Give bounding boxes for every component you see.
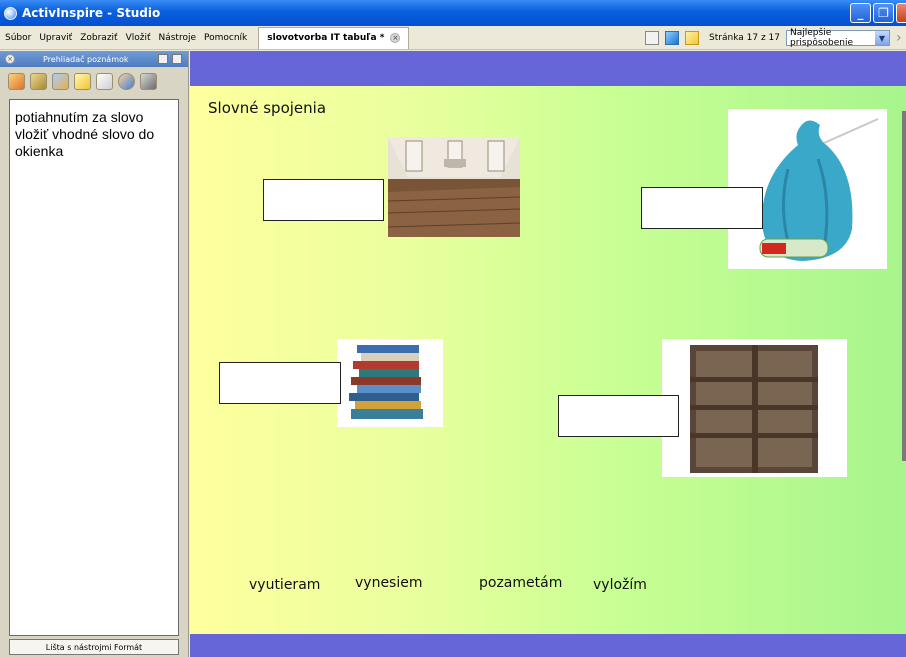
menu-bar: Súbor Upraviť Zobraziť Vložiť Nástroje P… (0, 26, 906, 50)
panel-pin-icon[interactable] (172, 54, 182, 64)
zoom-select[interactable]: Najlepšie prispôsobenie ▼ (786, 28, 890, 48)
panel-menu-icon[interactable] (158, 54, 168, 64)
note-icon[interactable] (685, 31, 700, 45)
page-view-icon[interactable] (645, 31, 660, 45)
draggable-word-1[interactable]: vyutieram (249, 577, 320, 593)
blue-tool-icon[interactable] (665, 31, 680, 45)
top-band (190, 51, 906, 86)
answer-box-1[interactable] (263, 179, 384, 221)
bottom-band (190, 634, 906, 657)
notes-panel-title: Prehliadač poznámok (43, 54, 129, 64)
page-status: Stránka 17 z 17 (709, 33, 780, 43)
app-icon (4, 6, 17, 20)
minimize-icon[interactable]: _ (850, 3, 871, 23)
draggable-word-2[interactable]: vynesiem (355, 575, 423, 591)
voting-browser-icon[interactable] (140, 72, 157, 90)
property-browser-icon[interactable] (96, 72, 113, 90)
panel-close-icon[interactable]: × (5, 54, 15, 64)
restore-icon[interactable]: ❐ (873, 3, 894, 23)
draggable-word-4[interactable]: vyložím (593, 577, 647, 593)
chevron-down-icon[interactable]: ▼ (875, 31, 889, 45)
document-tab-label: slovotvorba IT tabuľa * (267, 33, 385, 43)
document-tab[interactable]: slovotvorba IT tabuľa * × (258, 26, 410, 49)
answer-box-4[interactable] (558, 395, 679, 437)
menu-help[interactable]: Pomocník (201, 33, 250, 43)
shelf-image (662, 339, 847, 477)
window-controls: _ ❐ (850, 3, 906, 23)
tab-close-icon[interactable]: × (390, 33, 401, 43)
page-browser-icon[interactable] (8, 72, 25, 90)
notes-panel: × Prehliadač poznámok potiahnutím za slo… (0, 51, 189, 657)
menu-view[interactable]: Zobraziť (77, 33, 120, 43)
flipchart-canvas: Slovné spojenia vyutieram vynesiem pozam… (190, 51, 906, 657)
menu-insert[interactable]: Vložiť (123, 33, 154, 43)
app-window: ActivInspire - Studio _ ❐ Súbor Upraviť … (0, 0, 906, 657)
window-title: ActivInspire - Studio (22, 6, 161, 20)
menu-tools[interactable]: Nástroje (156, 33, 200, 43)
canvas-title: Slovné spojenia (208, 99, 327, 117)
menu-file[interactable]: Súbor (2, 33, 34, 43)
action-browser-icon[interactable] (118, 72, 135, 90)
format-toolbar-button[interactable]: Lišta s nástrojmi Formát (9, 639, 179, 655)
browser-icon-row (0, 67, 188, 95)
menu-edit[interactable]: Upraviť (36, 33, 75, 43)
notes-text-area[interactable]: potiahnutím za slovo vložiť vhodné slovo… (9, 99, 179, 636)
chevron-right-icon[interactable]: › (896, 30, 906, 46)
notes-browser-icon[interactable] (74, 72, 91, 90)
title-bar: ActivInspire - Studio _ ❐ (0, 0, 906, 26)
close-icon[interactable] (896, 3, 906, 23)
floor-room-image (388, 137, 520, 237)
book-stack-image (337, 339, 443, 427)
answer-box-2[interactable] (641, 187, 763, 229)
right-toolbar: Stránka 17 z 17 Najlepšie prispôsobenie … (645, 26, 906, 50)
resource-browser-icon[interactable] (30, 72, 47, 90)
answer-box-3[interactable] (219, 362, 341, 404)
draggable-word-3[interactable]: pozametám (479, 575, 562, 591)
notes-panel-header: × Prehliadač poznámok (0, 51, 188, 67)
object-browser-icon[interactable] (52, 72, 69, 90)
edge-scrollbar[interactable] (902, 111, 906, 461)
